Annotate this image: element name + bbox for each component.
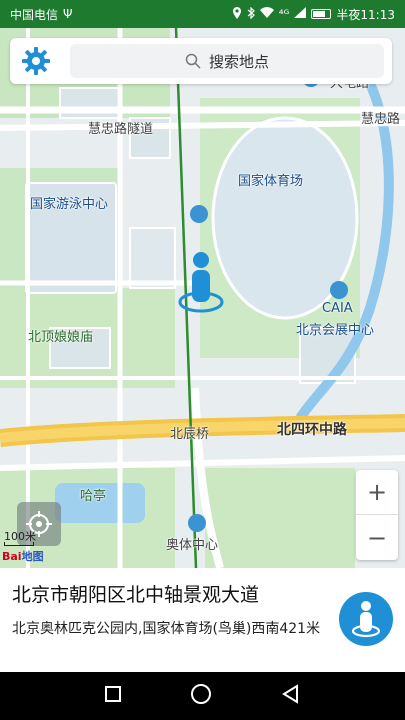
location-description: 北京奥林匹克公园内,国家体育场(鸟巢)西南421米: [12, 621, 321, 637]
search-input[interactable]: 搜索地点: [70, 44, 384, 78]
back-button[interactable]: [281, 684, 301, 708]
map-label-niangniang: 北顶娘娘庙: [28, 330, 94, 345]
usb-icon: Ψ: [63, 7, 73, 21]
navigate-button[interactable]: [339, 592, 393, 646]
map-label-caia: CAIA: [322, 301, 353, 316]
zoom-control: + −: [356, 470, 398, 560]
circle-icon: [191, 684, 212, 704]
map-label-convention: 北京会展中心: [296, 323, 375, 338]
system-nav-bar: [0, 672, 405, 720]
carrier-label: 中国电信: [10, 7, 59, 22]
wifi-icon: [259, 7, 274, 21]
map-label-fourth-ring: 北四环中路: [277, 422, 347, 438]
gear-icon: [22, 47, 50, 75]
search-icon: [185, 53, 201, 69]
scale-bar: [4, 542, 34, 546]
search-panel: 搜索地点: [10, 38, 392, 84]
current-location-marker: [178, 250, 224, 314]
zoom-out-button[interactable]: −: [356, 515, 398, 560]
settings-button[interactable]: [18, 43, 54, 79]
recent-apps-button[interactable]: [104, 685, 122, 707]
clock: 半夜11:13: [336, 7, 395, 22]
home-button[interactable]: [190, 683, 212, 709]
status-bar: 中国电信 Ψ ⁴ᴳ 半夜11:13: [0, 0, 405, 28]
person-location-icon: [351, 601, 381, 638]
map-label-beichen-bridge: 北辰桥: [170, 427, 210, 442]
map-label-olympic-center: 奥体中心: [166, 538, 219, 553]
map-logo: Bai地图: [2, 548, 44, 564]
signal-icon: [294, 7, 307, 21]
mobile-data-icon: ⁴ᴳ: [278, 7, 290, 21]
map-label-aquatics: 国家游泳中心: [30, 197, 109, 212]
map-label-tunnel: 慧忠路隧道: [88, 122, 154, 137]
triangle-back-icon: [281, 684, 298, 704]
location-title: 北京市朝阳区北中轴景观大道: [12, 584, 260, 606]
logo-text: Bai: [2, 550, 22, 563]
map-label-stadium: 国家体育场: [238, 174, 304, 189]
location-status-icon: [232, 6, 242, 22]
location-info-panel: 北京市朝阳区北中轴景观大道 北京奥林匹克公园内,国家体育场(鸟巢)西南421米: [0, 568, 405, 672]
square-icon: [105, 686, 122, 702]
map-label-hating: 哈亭: [80, 489, 107, 504]
search-placeholder: 搜索地点: [208, 52, 269, 71]
zoom-in-button[interactable]: +: [356, 470, 398, 515]
bluetooth-icon: [247, 6, 255, 22]
battery-icon: [311, 9, 332, 19]
logo-suffix: 地图: [21, 550, 44, 563]
map-label-huizhong-road: 慧忠路: [361, 112, 401, 127]
